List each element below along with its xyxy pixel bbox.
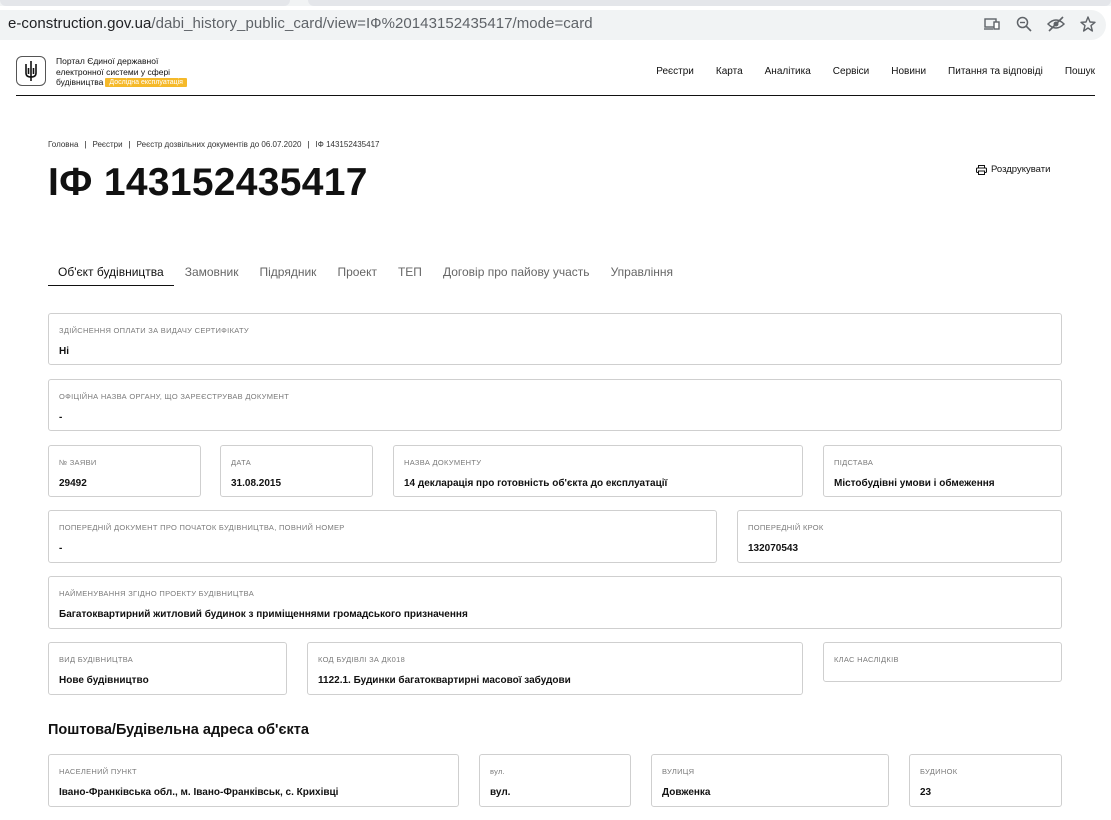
- street-field: Вулиця Довженка: [651, 754, 889, 807]
- trident-icon: [25, 61, 37, 81]
- page-title: ІФ 143152435417: [48, 161, 368, 204]
- field-label: Вид будівництва: [59, 655, 134, 664]
- breadcrumb-current: ІФ 143152435417: [315, 140, 380, 149]
- nav-services[interactable]: Сервіси: [833, 66, 869, 77]
- nav-registries[interactable]: Реєстри: [656, 66, 694, 77]
- field-value: 31.08.2015: [231, 478, 282, 489]
- field-value: Довженка: [662, 787, 711, 798]
- nav-search[interactable]: Пошук: [1065, 66, 1095, 77]
- field-label: Здійснення оплати за видачу сертифікату: [59, 326, 249, 335]
- breadcrumb-separator: |: [307, 140, 310, 149]
- building-code-field: Код будівлі за ДК018 1122.1. Будинки баг…: [307, 642, 803, 695]
- address-section-title: Поштова/Будівельна адреса об'єкта: [48, 722, 309, 738]
- tab-strip: [0, 0, 1111, 6]
- tab-share-agreement[interactable]: Договір про пайову участь: [433, 260, 600, 286]
- previous-document-field: Попередній документ про початок будівниц…: [48, 510, 717, 563]
- logo[interactable]: [16, 56, 46, 86]
- field-value: 23: [920, 787, 932, 798]
- breadcrumb-registries[interactable]: Реєстри: [92, 140, 122, 149]
- browser-tab[interactable]: [0, 0, 290, 6]
- beta-badge: Дослідна експлуатація: [105, 78, 187, 87]
- field-value: 14 декларація про готовність об'єкта до …: [404, 478, 668, 489]
- breadcrumb-home[interactable]: Головна: [48, 140, 78, 149]
- locality-field: Населений пункт Івано-Франківська обл., …: [48, 754, 459, 807]
- field-label: Вулиця: [662, 767, 695, 776]
- tracking-protection-icon[interactable]: [1047, 15, 1065, 33]
- building-number-field: Будинок 23: [909, 754, 1062, 807]
- print-button[interactable]: Роздрукувати: [976, 164, 1050, 175]
- field-label: Попередній крок: [748, 523, 824, 532]
- field-value: 132070543: [748, 543, 799, 554]
- date-field: Дата 31.08.2015: [220, 445, 373, 497]
- portal-title-line: будівництва: [56, 77, 104, 87]
- breadcrumb-separator: |: [84, 140, 87, 149]
- portal-title-line: електронної системи у сфері: [56, 66, 171, 77]
- document-name-field: Назва документу 14 декларація про готовн…: [393, 445, 803, 497]
- field-value: вул.: [490, 787, 511, 798]
- field-value: -: [59, 543, 63, 554]
- authority-field: Офіційна назва органу, що зареєстрував д…: [48, 379, 1062, 431]
- street-type-field: вул. вул.: [479, 754, 631, 807]
- portal-title[interactable]: Портал Єдиної державної електронної сист…: [56, 56, 236, 88]
- nav-analytics[interactable]: Аналітика: [765, 66, 811, 77]
- field-value: Нове будівництво: [59, 675, 149, 686]
- field-label: Населений пункт: [59, 767, 137, 776]
- site-header: Портал Єдиної державної електронної сист…: [16, 50, 1095, 96]
- consequence-class-field: Клас наслідків: [823, 642, 1062, 682]
- field-label: Назва документу: [404, 458, 482, 467]
- field-value: Містобудівні умови і обмеження: [834, 478, 995, 489]
- url-path: /dabi_history_public_card/view=IФ%201431…: [151, 15, 593, 32]
- basis-field: Підстава Містобудівні умови і обмеження: [823, 445, 1062, 497]
- project-name-field: Найменування згідно проекту будівництва …: [48, 576, 1062, 629]
- field-label: вул.: [490, 767, 506, 776]
- field-value: 29492: [59, 478, 87, 489]
- field-label: Клас наслідків: [834, 655, 899, 664]
- browser-tab[interactable]: [308, 0, 1111, 6]
- breadcrumb-separator: |: [128, 140, 131, 149]
- tab-tep[interactable]: ТЕП: [388, 260, 432, 286]
- nav-faq[interactable]: Питання та відповіді: [948, 66, 1043, 77]
- nav-map[interactable]: Карта: [716, 66, 743, 77]
- printer-icon: [976, 164, 987, 175]
- field-value: -: [59, 412, 63, 423]
- field-value: Ні: [59, 346, 69, 357]
- browser-toolbar: e-construction.gov.ua/dabi_history_publi…: [0, 0, 1111, 48]
- zoom-icon[interactable]: [1015, 15, 1033, 33]
- url-text[interactable]: e-construction.gov.ua/dabi_history_publi…: [8, 15, 593, 32]
- url-host: e-construction.gov.ua: [8, 15, 152, 32]
- main-nav: Реєстри Карта Аналітика Сервіси Новини П…: [634, 66, 1095, 77]
- breadcrumb-registry[interactable]: Реєстр дозвільних документів до 06.07.20…: [137, 140, 302, 149]
- field-label: Найменування згідно проекту будівництва: [59, 589, 255, 598]
- field-label: Підстава: [834, 458, 874, 467]
- field-value: 1122.1. Будинки багатоквартирні масової …: [318, 675, 571, 686]
- field-label: Будинок: [920, 767, 958, 776]
- bookmark-star-icon[interactable]: [1079, 15, 1097, 33]
- tab-management[interactable]: Управління: [601, 260, 683, 286]
- payment-field: Здійснення оплати за видачу сертифікату …: [48, 313, 1062, 365]
- tab-bar: Об'єкт будівництва Замовник Підрядник Пр…: [48, 260, 684, 286]
- tab-construction-object[interactable]: Об'єкт будівництва: [48, 260, 174, 286]
- application-number-field: № заяви 29492: [48, 445, 201, 497]
- field-label: Попередній документ про початок будівниц…: [59, 523, 345, 532]
- field-label: Офіційна назва органу, що зареєстрував д…: [59, 392, 290, 401]
- field-label: Дата: [231, 458, 252, 467]
- construction-type-field: Вид будівництва Нове будівництво: [48, 642, 287, 695]
- tab-customer[interactable]: Замовник: [175, 260, 249, 286]
- nav-news[interactable]: Новини: [891, 66, 926, 77]
- install-app-icon[interactable]: [983, 15, 1001, 33]
- field-value: Івано-Франківська обл., м. Івано-Франків…: [59, 787, 339, 798]
- field-label: № заяви: [59, 458, 97, 467]
- print-label: Роздрукувати: [991, 164, 1051, 175]
- tab-contractor[interactable]: Підрядник: [250, 260, 327, 286]
- tab-project[interactable]: Проект: [327, 260, 387, 286]
- portal-title-line: Портал Єдиної державної: [56, 56, 159, 66]
- field-label: Код будівлі за ДК018: [318, 655, 406, 664]
- breadcrumb: Головна | Реєстри | Реєстр дозвільних доку…: [48, 140, 379, 149]
- previous-step-field: Попередній крок 132070543: [737, 510, 1062, 563]
- field-value: Багатоквартирний житловий будинок з прим…: [59, 609, 468, 620]
